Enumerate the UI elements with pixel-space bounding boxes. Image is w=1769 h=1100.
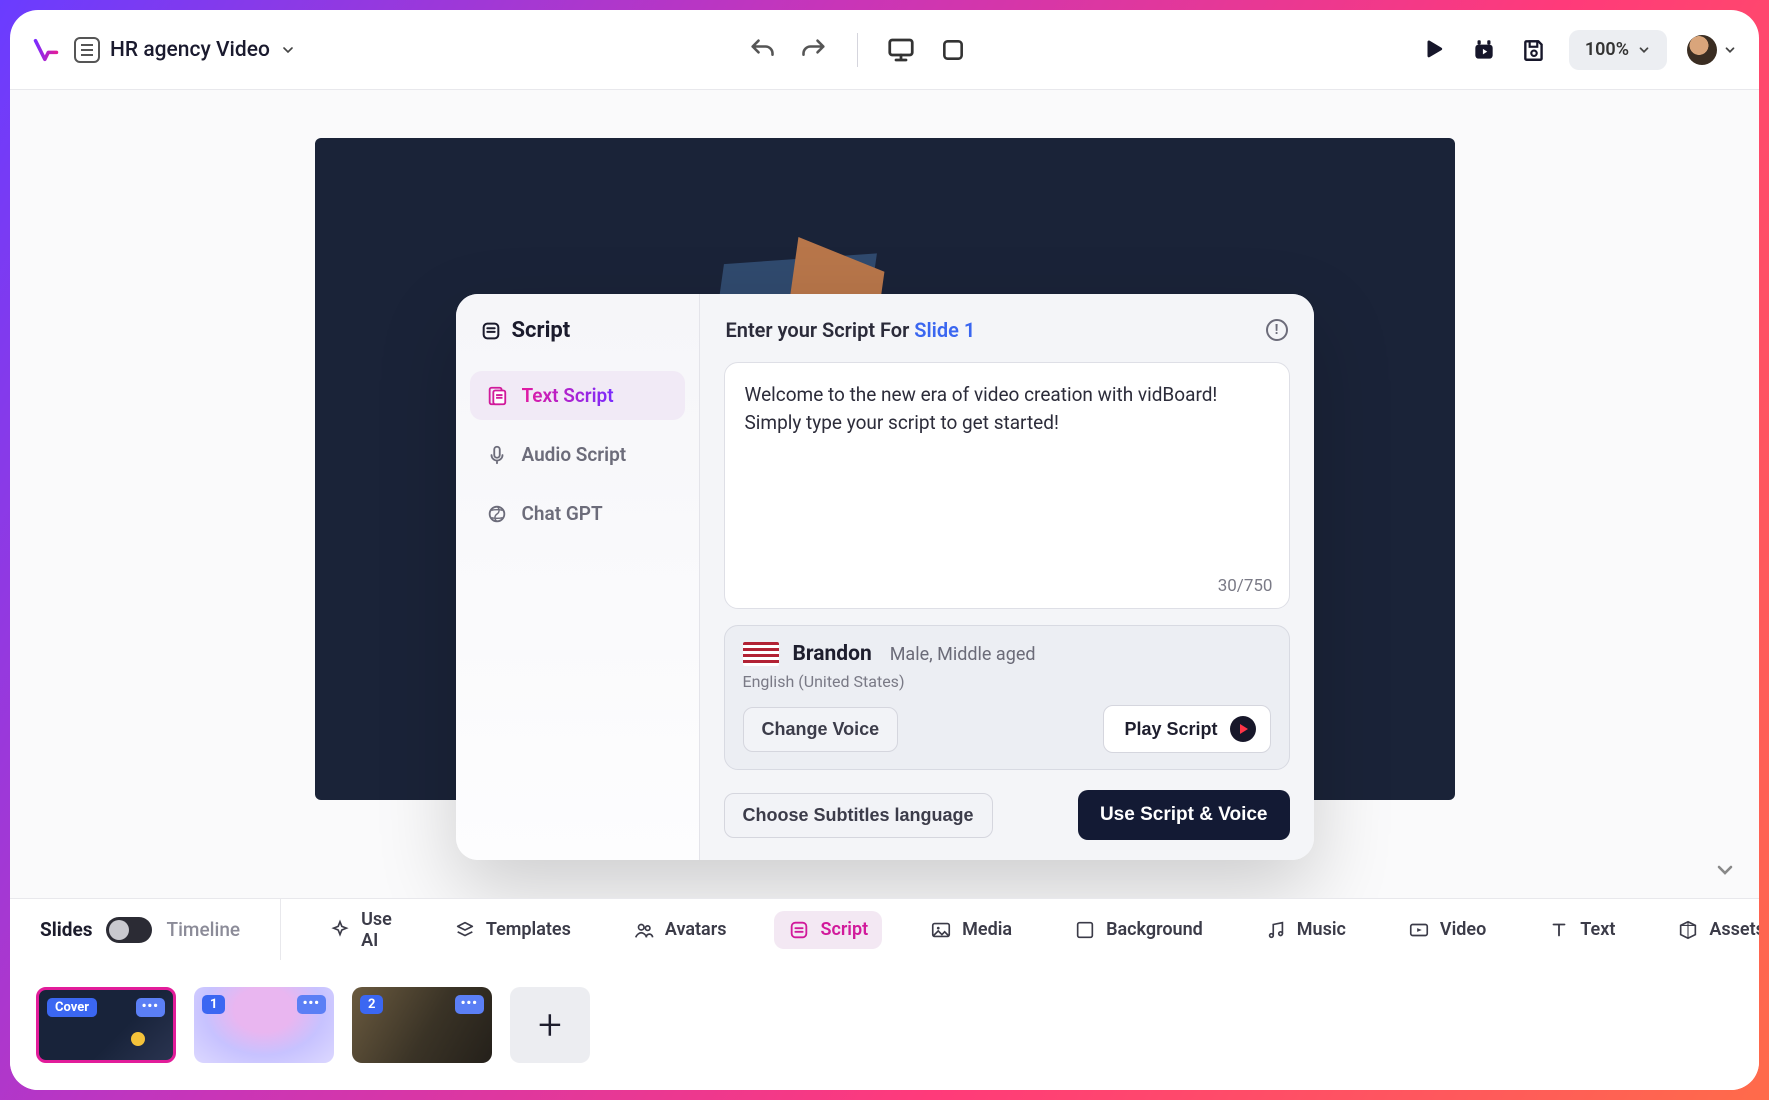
square-preview-button[interactable] xyxy=(938,35,968,65)
play-script-button[interactable]: Play Script xyxy=(1103,705,1270,753)
collapse-panel-button[interactable] xyxy=(1713,858,1737,882)
voice-top: Brandon Male, Middle aged xyxy=(743,642,1271,666)
info-icon[interactable]: ! xyxy=(1266,319,1288,341)
menu-chat-gpt[interactable]: Chat GPT xyxy=(470,489,685,538)
voice-card: Brandon Male, Middle aged English (Unite… xyxy=(724,625,1290,770)
script-popup: Script Text Script Audio Script xyxy=(456,294,1314,860)
tool-avatars[interactable]: Avatars xyxy=(619,911,741,949)
voice-actions: Change Voice Play Script xyxy=(743,705,1271,753)
document-icon xyxy=(74,37,100,63)
script-type-menu: Text Script Audio Script Chat GPT xyxy=(470,371,685,538)
background-icon xyxy=(1074,919,1096,941)
flag-us-icon xyxy=(743,642,779,666)
slide-badge: 1 xyxy=(202,995,225,1014)
voice-meta: Male, Middle aged xyxy=(890,644,1036,665)
topbar-center xyxy=(310,33,1405,67)
text-script-icon xyxy=(486,385,508,407)
tool-music[interactable]: Music xyxy=(1251,911,1360,949)
slide-badge: Cover xyxy=(47,998,97,1017)
redo-button[interactable] xyxy=(799,35,829,65)
tool-use-ai[interactable]: Use AI xyxy=(315,901,406,959)
add-slide-button[interactable]: + xyxy=(510,987,590,1063)
text-icon xyxy=(1548,919,1570,941)
tool-text[interactable]: Text xyxy=(1534,911,1629,949)
char-count: 30/750 xyxy=(1218,576,1273,596)
change-voice-button[interactable]: Change Voice xyxy=(743,707,899,752)
voice-language: English (United States) xyxy=(743,672,1271,691)
slide-thumb-2[interactable]: 2 ••• xyxy=(352,987,492,1063)
desktop-preview-button[interactable] xyxy=(886,35,916,65)
chevron-down-icon xyxy=(1637,43,1651,57)
choose-subtitles-button[interactable]: Choose Subtitles language xyxy=(724,793,993,838)
divider xyxy=(857,33,858,67)
chevron-down-icon xyxy=(1723,43,1737,57)
video-icon xyxy=(1408,919,1430,941)
topbar: HR agency Video xyxy=(10,10,1759,90)
avatar xyxy=(1687,35,1717,65)
tool-background[interactable]: Background xyxy=(1060,911,1217,949)
templates-icon xyxy=(454,919,476,941)
tool-strip: Slides Timeline Use AI Templates Avatars… xyxy=(10,898,1759,960)
tool-script[interactable]: Script xyxy=(774,911,882,949)
slides-tray: Cover ••• 1 ••• 2 ••• + xyxy=(10,960,1759,1090)
slide-thumb-1[interactable]: 1 ••• xyxy=(194,987,334,1063)
app-shell: HR agency Video xyxy=(10,10,1759,1090)
zoom-selector[interactable]: 100% xyxy=(1569,30,1667,70)
script-editor-header: Enter your Script For Slide 1 ! xyxy=(724,314,1290,346)
script-textarea[interactable] xyxy=(725,363,1289,563)
tool-video[interactable]: Video xyxy=(1394,911,1500,949)
script-panel-title: Script xyxy=(470,310,685,371)
slide-menu-icon[interactable]: ••• xyxy=(455,995,484,1014)
media-icon xyxy=(930,919,952,941)
play-button[interactable] xyxy=(1419,35,1449,65)
export-video-button[interactable] xyxy=(1469,35,1499,65)
script-textarea-wrap: 30/750 xyxy=(724,362,1290,609)
sparkle-icon xyxy=(329,919,351,941)
voice-name: Brandon xyxy=(793,642,872,666)
use-script-voice-button[interactable]: Use Script & Voice xyxy=(1078,790,1290,840)
audio-script-icon xyxy=(486,444,508,466)
view-toggle[interactable] xyxy=(106,917,152,943)
avatars-icon xyxy=(633,919,655,941)
play-icon xyxy=(1230,716,1256,742)
menu-text-script[interactable]: Text Script xyxy=(470,371,685,420)
assets-icon xyxy=(1677,919,1699,941)
slides-timeline-toggle: Slides Timeline xyxy=(40,899,281,960)
tool-templates[interactable]: Templates xyxy=(440,911,585,949)
tool-assets[interactable]: Assets xyxy=(1663,911,1759,949)
slide-thumb-cover[interactable]: Cover ••• xyxy=(36,987,176,1063)
undo-button[interactable] xyxy=(747,35,777,65)
zoom-value: 100% xyxy=(1585,39,1629,60)
project-name: HR agency Video xyxy=(110,38,270,62)
chevron-down-icon xyxy=(280,42,296,58)
app-logo-icon xyxy=(32,36,60,64)
script-tool-icon xyxy=(788,919,810,941)
topbar-right: 100% xyxy=(1419,30,1737,70)
account-menu[interactable] xyxy=(1687,35,1737,65)
script-editor: Enter your Script For Slide 1 ! 30/750 B… xyxy=(700,294,1314,860)
canvas-area: Script Text Script Audio Script xyxy=(10,90,1759,898)
topbar-left: HR agency Video xyxy=(32,36,296,64)
project-selector[interactable]: HR agency Video xyxy=(74,37,296,63)
tool-media[interactable]: Media xyxy=(916,911,1026,949)
chat-gpt-icon xyxy=(486,503,508,525)
slide-badge: 2 xyxy=(360,995,383,1014)
script-prompt: Enter your Script For Slide 1 xyxy=(726,318,976,342)
slide-ref-link[interactable]: Slide 1 xyxy=(914,318,975,342)
slide-menu-icon[interactable]: ••• xyxy=(297,995,326,1014)
script-footer: Choose Subtitles language Use Script & V… xyxy=(724,790,1290,840)
slide-menu-icon[interactable]: ••• xyxy=(136,998,165,1017)
plus-icon: + xyxy=(538,1001,562,1050)
menu-audio-script[interactable]: Audio Script xyxy=(470,430,685,479)
music-icon xyxy=(1265,919,1287,941)
slides-label: Slides xyxy=(40,918,92,941)
thumb-art xyxy=(131,1032,145,1046)
save-button[interactable] xyxy=(1519,35,1549,65)
timeline-label: Timeline xyxy=(166,918,240,941)
script-icon xyxy=(480,320,502,342)
script-sidebar: Script Text Script Audio Script xyxy=(456,294,700,860)
